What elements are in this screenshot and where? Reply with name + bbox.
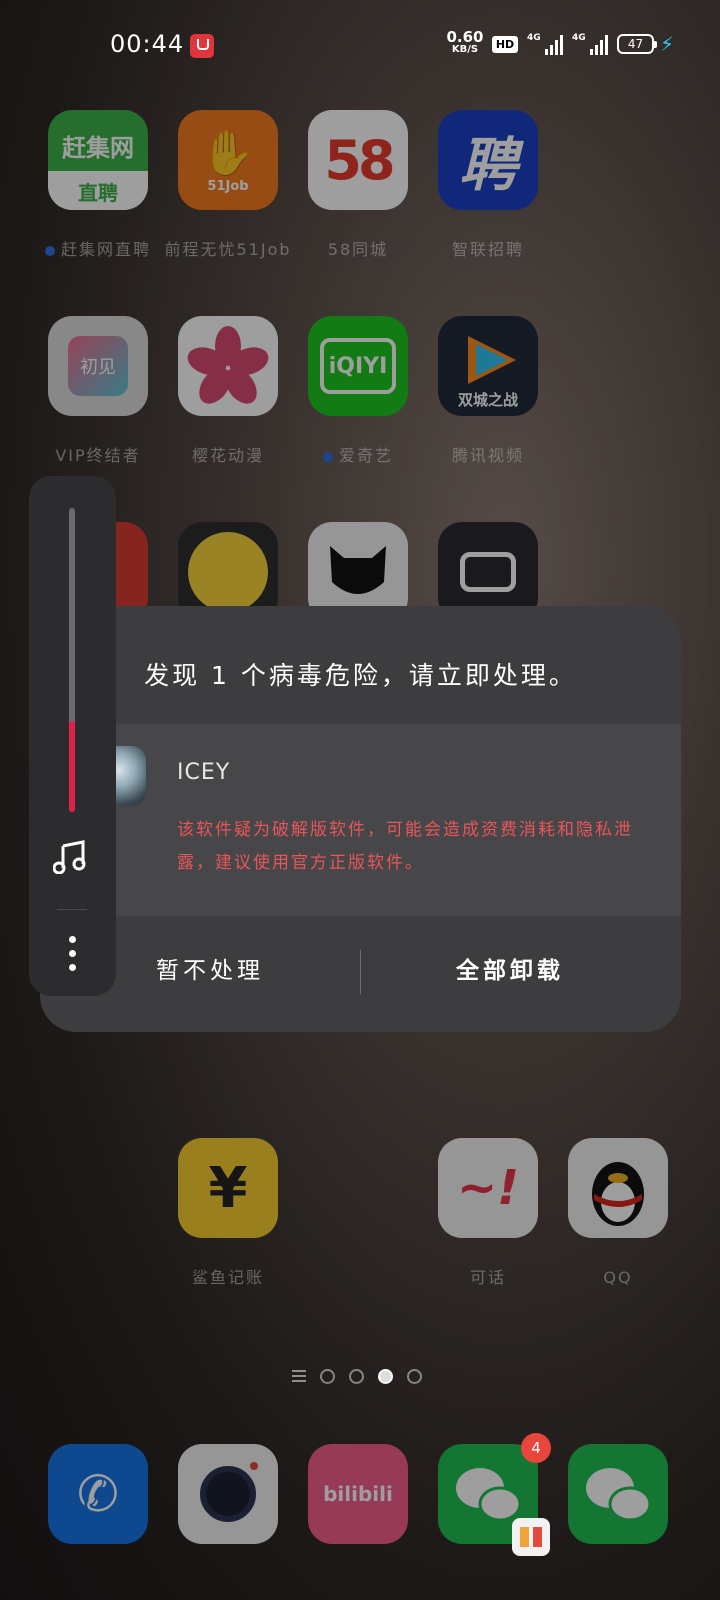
phone-icon: ✆ xyxy=(48,1444,148,1544)
kehua-icon: ~! xyxy=(438,1138,538,1238)
app-name: 樱花动漫 xyxy=(191,446,264,465)
battery-icon: 47 xyxy=(617,34,657,54)
threat-app-name: ICEY xyxy=(177,760,231,785)
icon-label: bilibili xyxy=(323,1482,393,1506)
app-name: 赶集网直聘 xyxy=(60,240,151,259)
music-note-icon[interactable] xyxy=(53,838,89,874)
app-zhaopin[interactable]: 聘 智联招聘 xyxy=(423,110,553,264)
camera-icon xyxy=(178,1444,278,1544)
app-name: 爱奇艺 xyxy=(338,446,393,465)
app-vip[interactable]: 初见 VIP终结者 xyxy=(33,316,163,470)
app-name: 58同城 xyxy=(327,240,389,259)
vip-icon: 初见 xyxy=(48,316,148,416)
icon-label: iQIYI xyxy=(328,353,388,379)
signal-type-label: 4G xyxy=(572,33,586,43)
sakura-icon xyxy=(178,316,278,416)
app-camera[interactable] xyxy=(163,1444,293,1544)
hd-voice-icon: HD xyxy=(492,36,518,53)
signal-icon: 4G xyxy=(527,33,563,55)
app-tencent-video[interactable]: 双城之战 腾讯视频 xyxy=(423,316,553,470)
volume-panel xyxy=(29,476,116,996)
volume-fill xyxy=(69,720,75,812)
notification-app-icon xyxy=(190,34,214,58)
ganji-icon: 赶集网 直聘 xyxy=(48,110,148,210)
shark-ledger-icon: ¥ xyxy=(178,1138,278,1238)
status-bar: 00:44 0.60 KB/S HD 4G 4G 47 ⚡ xyxy=(0,0,720,90)
zhaopin-icon: 聘 xyxy=(438,110,538,210)
net-speed-unit: KB/S xyxy=(451,44,479,55)
page-dot-active xyxy=(378,1368,393,1384)
icon-label: 58 xyxy=(324,128,395,192)
app-kehua[interactable]: ~! 可话 xyxy=(423,1138,553,1292)
app-name: 前程无忧51Job xyxy=(164,240,292,259)
bilibili-icon: bilibili xyxy=(308,1444,408,1544)
app-wechat[interactable] xyxy=(553,1444,683,1544)
net-speed-value: 0.60 xyxy=(446,28,484,46)
uninstall-all-button[interactable]: 全部卸载 xyxy=(360,946,660,996)
virus-alert-dialog: 发现 1 个病毒危险，请立即处理。 ICEY 该软件疑为破解版软件，可能会造成资… xyxy=(40,606,681,1032)
status-time: 00:44 xyxy=(110,30,185,58)
app-qq[interactable]: QQ xyxy=(553,1138,683,1292)
threat-description: 该软件疑为破解版软件，可能会造成资费消耗和隐私泄露，建议使用官方正版软件。 xyxy=(177,820,633,873)
new-install-dot xyxy=(322,451,333,462)
qq-icon xyxy=(568,1138,668,1238)
dialog-title: 发现 1 个病毒危险，请立即处理。 xyxy=(144,661,577,690)
icon-label: 直聘 xyxy=(48,171,148,210)
app-name: QQ xyxy=(603,1268,633,1287)
page-dot xyxy=(320,1368,335,1384)
page-dot xyxy=(349,1368,364,1384)
icon-label: 51Job xyxy=(207,178,249,194)
volume-slider[interactable] xyxy=(69,508,75,812)
app-name: 智联招聘 xyxy=(451,240,524,259)
app-58[interactable]: 58 58同城 xyxy=(293,110,423,264)
page-menu-icon xyxy=(292,1370,306,1382)
icon-label: 双城之战 xyxy=(457,391,518,409)
app-shark-ledger[interactable]: ¥ 鲨鱼记账 xyxy=(163,1138,293,1292)
icon-label: 赶集网 xyxy=(62,134,134,162)
app-51job[interactable]: ✋ 51Job 前程无忧51Job xyxy=(163,110,293,264)
app-name: VIP终结者 xyxy=(55,446,141,465)
icon-label: ~! xyxy=(456,1160,520,1216)
app-name: 可话 xyxy=(469,1268,506,1287)
dialog-actions: 暂不处理 全部卸载 xyxy=(40,916,681,1032)
app-sakura[interactable]: 樱花动漫 xyxy=(163,316,293,470)
app-name: 鲨鱼记账 xyxy=(191,1268,264,1287)
app-clone-icon xyxy=(512,1518,550,1556)
icon-label: 聘 xyxy=(458,131,517,199)
more-options-icon[interactable] xyxy=(63,936,81,976)
icon-label: 初见 xyxy=(80,357,116,378)
page-indicator[interactable] xyxy=(292,1368,422,1384)
charging-icon: ⚡ xyxy=(660,32,675,56)
51job-icon: ✋ 51Job xyxy=(178,110,278,210)
divider xyxy=(57,909,87,910)
app-iqiyi[interactable]: iQIYI 爱奇艺 xyxy=(293,316,423,470)
app-name: 腾讯视频 xyxy=(451,446,524,465)
app-bilibili[interactable]: bilibili xyxy=(293,1444,423,1544)
threat-item: ICEY 该软件疑为破解版软件，可能会造成资费消耗和隐私泄露，建议使用官方正版软… xyxy=(40,724,681,916)
58-icon: 58 xyxy=(308,110,408,210)
app-phone[interactable]: ✆ xyxy=(33,1444,163,1544)
signal-icon: 4G xyxy=(572,33,608,55)
unread-badge: 4 xyxy=(521,1433,551,1463)
wechat-icon xyxy=(568,1444,668,1544)
page-dot xyxy=(407,1368,422,1384)
signal-type-label: 4G xyxy=(527,33,541,43)
app-ganji[interactable]: 赶集网 直聘 赶集网直聘 xyxy=(33,110,163,264)
icon-label: ¥ xyxy=(208,1155,248,1221)
tencent-video-icon: 双城之战 xyxy=(438,316,538,416)
network-speed: 0.60 KB/S xyxy=(446,30,484,55)
new-install-dot xyxy=(44,245,55,256)
iqiyi-icon: iQIYI xyxy=(308,316,408,416)
